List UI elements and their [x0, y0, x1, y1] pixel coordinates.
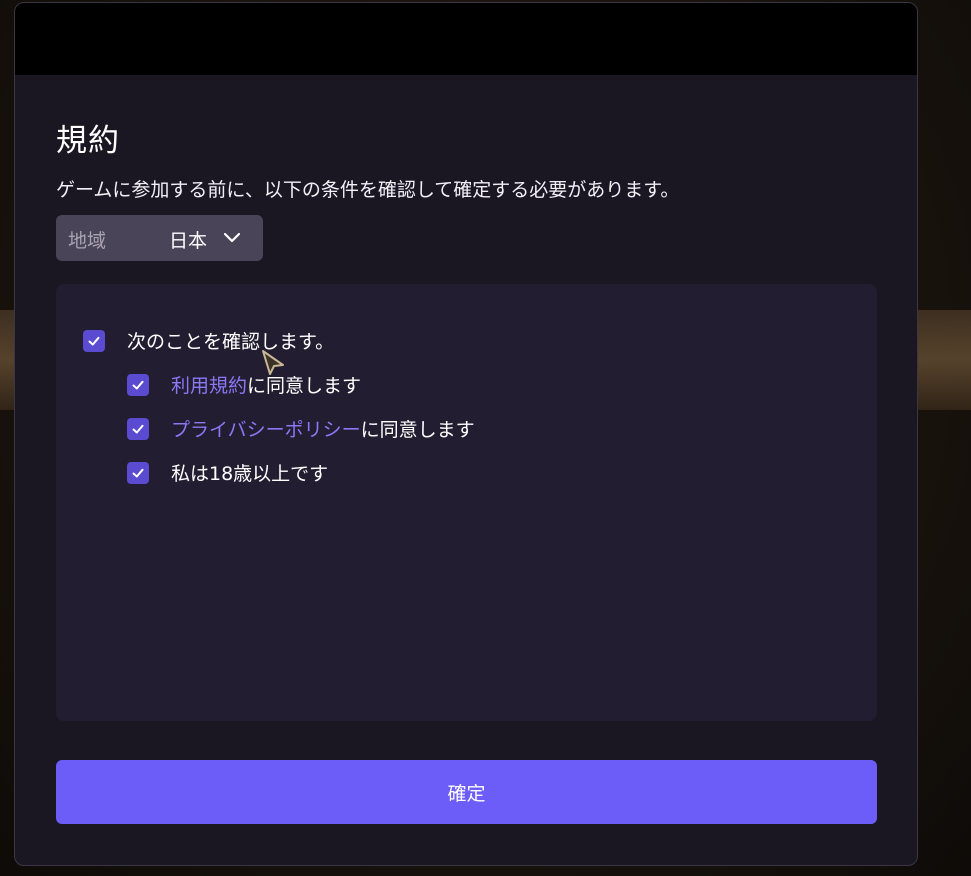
mouse-cursor-icon	[262, 350, 284, 375]
terms-item-row: 利用規約 に同意します	[127, 371, 361, 398]
region-select[interactable]: 地域 日本	[56, 215, 263, 261]
region-value: 日本	[169, 230, 208, 252]
modal-header-banner	[15, 3, 917, 75]
check-icon	[132, 424, 144, 433]
modal-title: 規約	[56, 123, 120, 159]
terms-item-row: 私は18歳以上です	[127, 459, 328, 486]
check-icon	[132, 380, 144, 389]
terms-main-label: 次のことを確認します。	[127, 331, 335, 353]
terms-panel: 次のことを確認します。 利用規約 に同意します プライバシーポリシー に同意しま…	[56, 284, 877, 721]
check-icon	[88, 336, 100, 345]
confirm-button[interactable]: 確定	[56, 760, 877, 824]
terms-of-use-link[interactable]: 利用規約	[171, 371, 247, 398]
privacy-policy-link[interactable]: プライバシーポリシー	[171, 415, 361, 442]
terms-of-use-checkbox[interactable]	[127, 373, 149, 396]
region-label: 地域	[68, 230, 107, 252]
terms-modal: 規約 ゲームに参加する前に、以下の条件を確認して確定する必要があります。 地域 …	[14, 2, 918, 866]
age-label: 私は18歳以上です	[171, 463, 329, 485]
privacy-policy-checkbox[interactable]	[127, 417, 149, 440]
age-checkbox[interactable]	[127, 461, 149, 484]
check-icon	[132, 468, 144, 477]
terms-main-checkbox[interactable]	[83, 329, 105, 352]
chevron-down-icon	[223, 232, 241, 243]
terms-item-row: プライバシーポリシー に同意します	[127, 415, 475, 442]
modal-subtitle: ゲームに参加する前に、以下の条件を確認して確定する必要があります。	[56, 179, 680, 201]
terms-main-row: 次のことを確認します。	[83, 327, 334, 354]
privacy-policy-suffix: に同意します	[360, 419, 475, 441]
